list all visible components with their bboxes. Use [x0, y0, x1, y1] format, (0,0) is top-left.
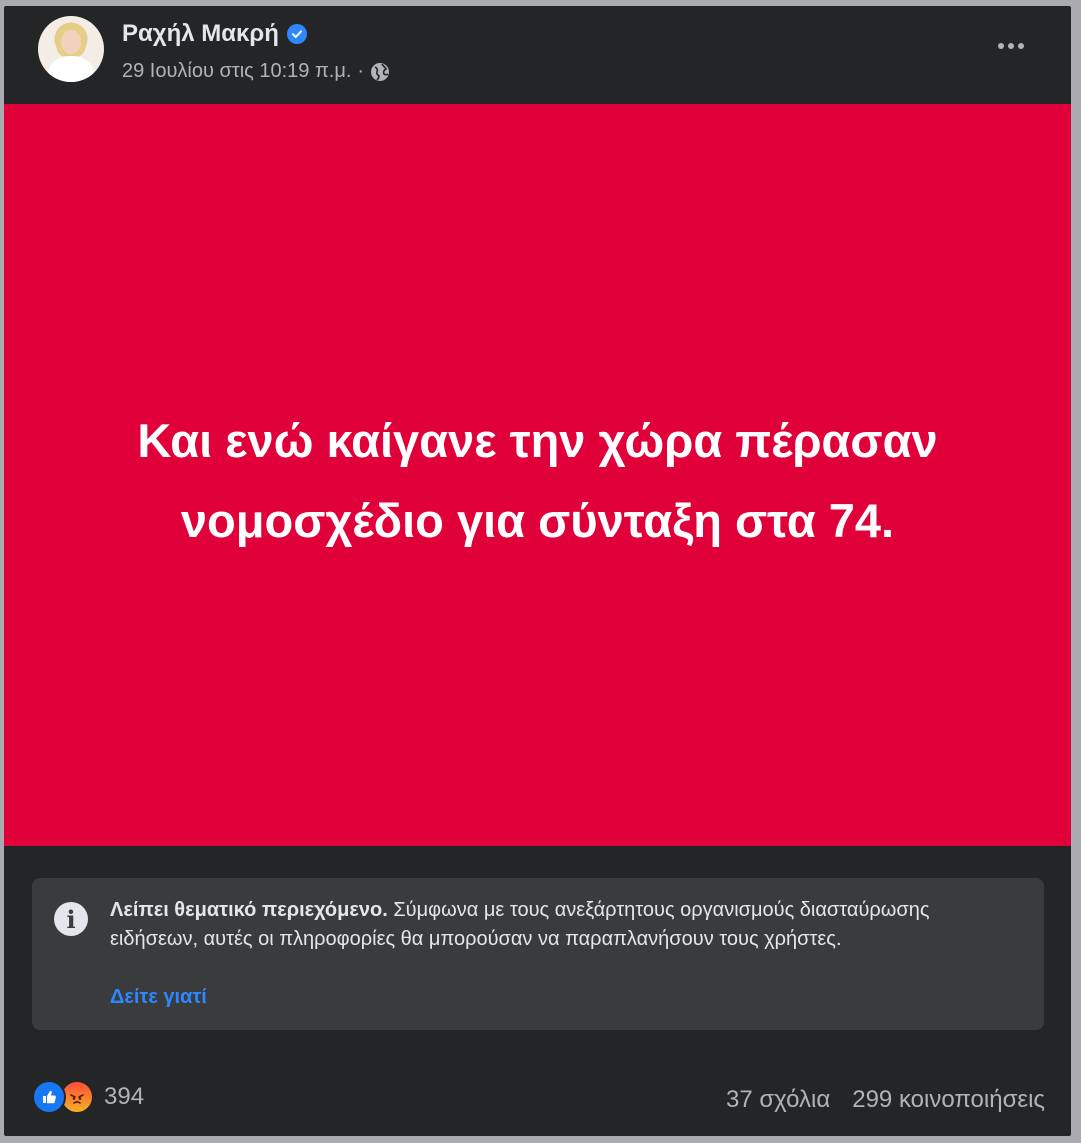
avatar-body: [48, 56, 94, 82]
author-avatar[interactable]: [38, 16, 104, 82]
post-footer: 394 37 σχόλια 299 κοινοποιήσεις: [4, 1068, 1071, 1128]
info-icon: i: [54, 902, 88, 936]
post-meta: 29 Ιουλίου στις 10:19 π.μ. ·: [122, 60, 390, 83]
author-name[interactable]: Ραχήλ Μακρή: [122, 20, 279, 48]
reactions-summary[interactable]: 394: [32, 1080, 144, 1114]
post-image-text: Και ενώ καίγανε την χώρα πέρασαν νομοσχέ…: [137, 414, 938, 547]
see-why-link[interactable]: Δείτε γιατί: [110, 986, 207, 1009]
author-row: Ραχήλ Μακρή: [122, 20, 307, 48]
false-information-notice: i Λείπει θεματικό περιεχόμενο. Σύμφωνα μ…: [32, 878, 1044, 1030]
facebook-post: Ραχήλ Μακρή 29 Ιουλίου στις 10:19 π.μ. ·: [4, 6, 1071, 1136]
more-options-icon[interactable]: [991, 31, 1031, 61]
shares-count[interactable]: 299 κοινοποιήσεις: [852, 1086, 1045, 1114]
reaction-count: 394: [104, 1083, 145, 1110]
post-header: Ραχήλ Μακρή 29 Ιουλίου στις 10:19 π.μ. ·: [4, 6, 1071, 104]
more-dot: [1008, 43, 1014, 49]
verified-badge-icon: [286, 24, 307, 44]
post-timestamp[interactable]: 29 Ιουλίου στις 10:19 π.μ.: [122, 60, 351, 83]
globe-icon[interactable]: [370, 62, 390, 82]
engagement-stats: 37 σχόλια 299 κοινοποιήσεις: [726, 1086, 1045, 1114]
post-image[interactable]: Και ενώ καίγανε την χώρα πέρασαν νομοσχέ…: [4, 104, 1071, 846]
avatar-face: [61, 30, 81, 54]
comments-count[interactable]: 37 σχόλια: [726, 1086, 830, 1114]
window-frame: Ραχήλ Μακρή 29 Ιουλίου στις 10:19 π.μ. ·: [0, 0, 1081, 1143]
more-dot: [1018, 43, 1024, 49]
like-reaction-icon: [32, 1080, 66, 1114]
more-dot: [998, 43, 1004, 49]
meta-separator: ·: [357, 60, 365, 82]
notice-title: Λείπει θεματικό περιεχόμενο.: [110, 899, 388, 921]
notice-text: Λείπει θεματικό περιεχόμενο. Σύμφωνα με …: [110, 896, 1010, 954]
